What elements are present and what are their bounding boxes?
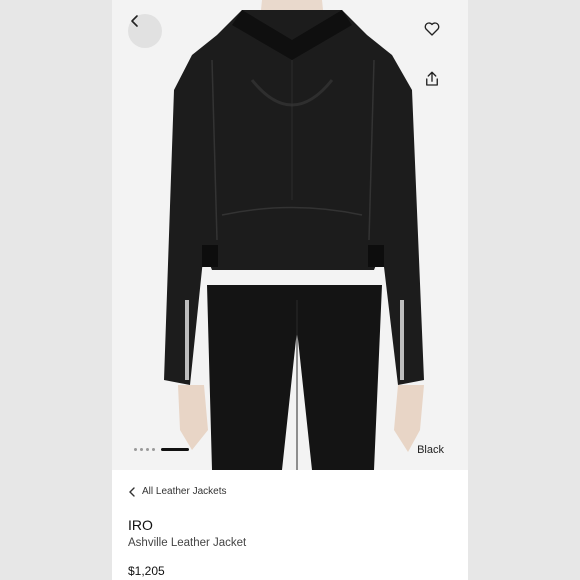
jacket-photo [164, 0, 424, 470]
product-name: Ashville Leather Jacket [128, 537, 247, 549]
breadcrumb-label: All Leather Jackets [142, 486, 227, 497]
carousel-dot[interactable] [134, 448, 137, 451]
share-button[interactable] [423, 70, 447, 94]
product-price: $1,205 [128, 564, 165, 578]
carousel-indicator[interactable] [134, 448, 189, 451]
share-icon [426, 71, 438, 86]
product-image[interactable]: Black [112, 0, 468, 470]
product-info-sheet: All Leather Jackets IRO Ashville Leather… [112, 470, 468, 580]
left-backdrop [0, 0, 112, 580]
carousel-dot[interactable] [146, 448, 149, 451]
brand-name[interactable]: IRO [128, 517, 153, 533]
carousel-dot-active[interactable] [161, 448, 189, 451]
favorite-button[interactable] [423, 20, 447, 44]
chevron-left-icon [129, 486, 135, 497]
breadcrumb[interactable]: All Leather Jackets [128, 486, 227, 497]
right-backdrop [468, 0, 580, 580]
chevron-left-icon [131, 15, 138, 27]
back-button[interactable] [128, 14, 162, 48]
carousel-dot[interactable] [152, 448, 155, 451]
app-screen: Black All Leather Jackets IRO Ashville L… [112, 0, 468, 580]
color-label: Black [417, 444, 444, 456]
heart-icon [424, 22, 440, 36]
carousel-dot[interactable] [140, 448, 143, 451]
